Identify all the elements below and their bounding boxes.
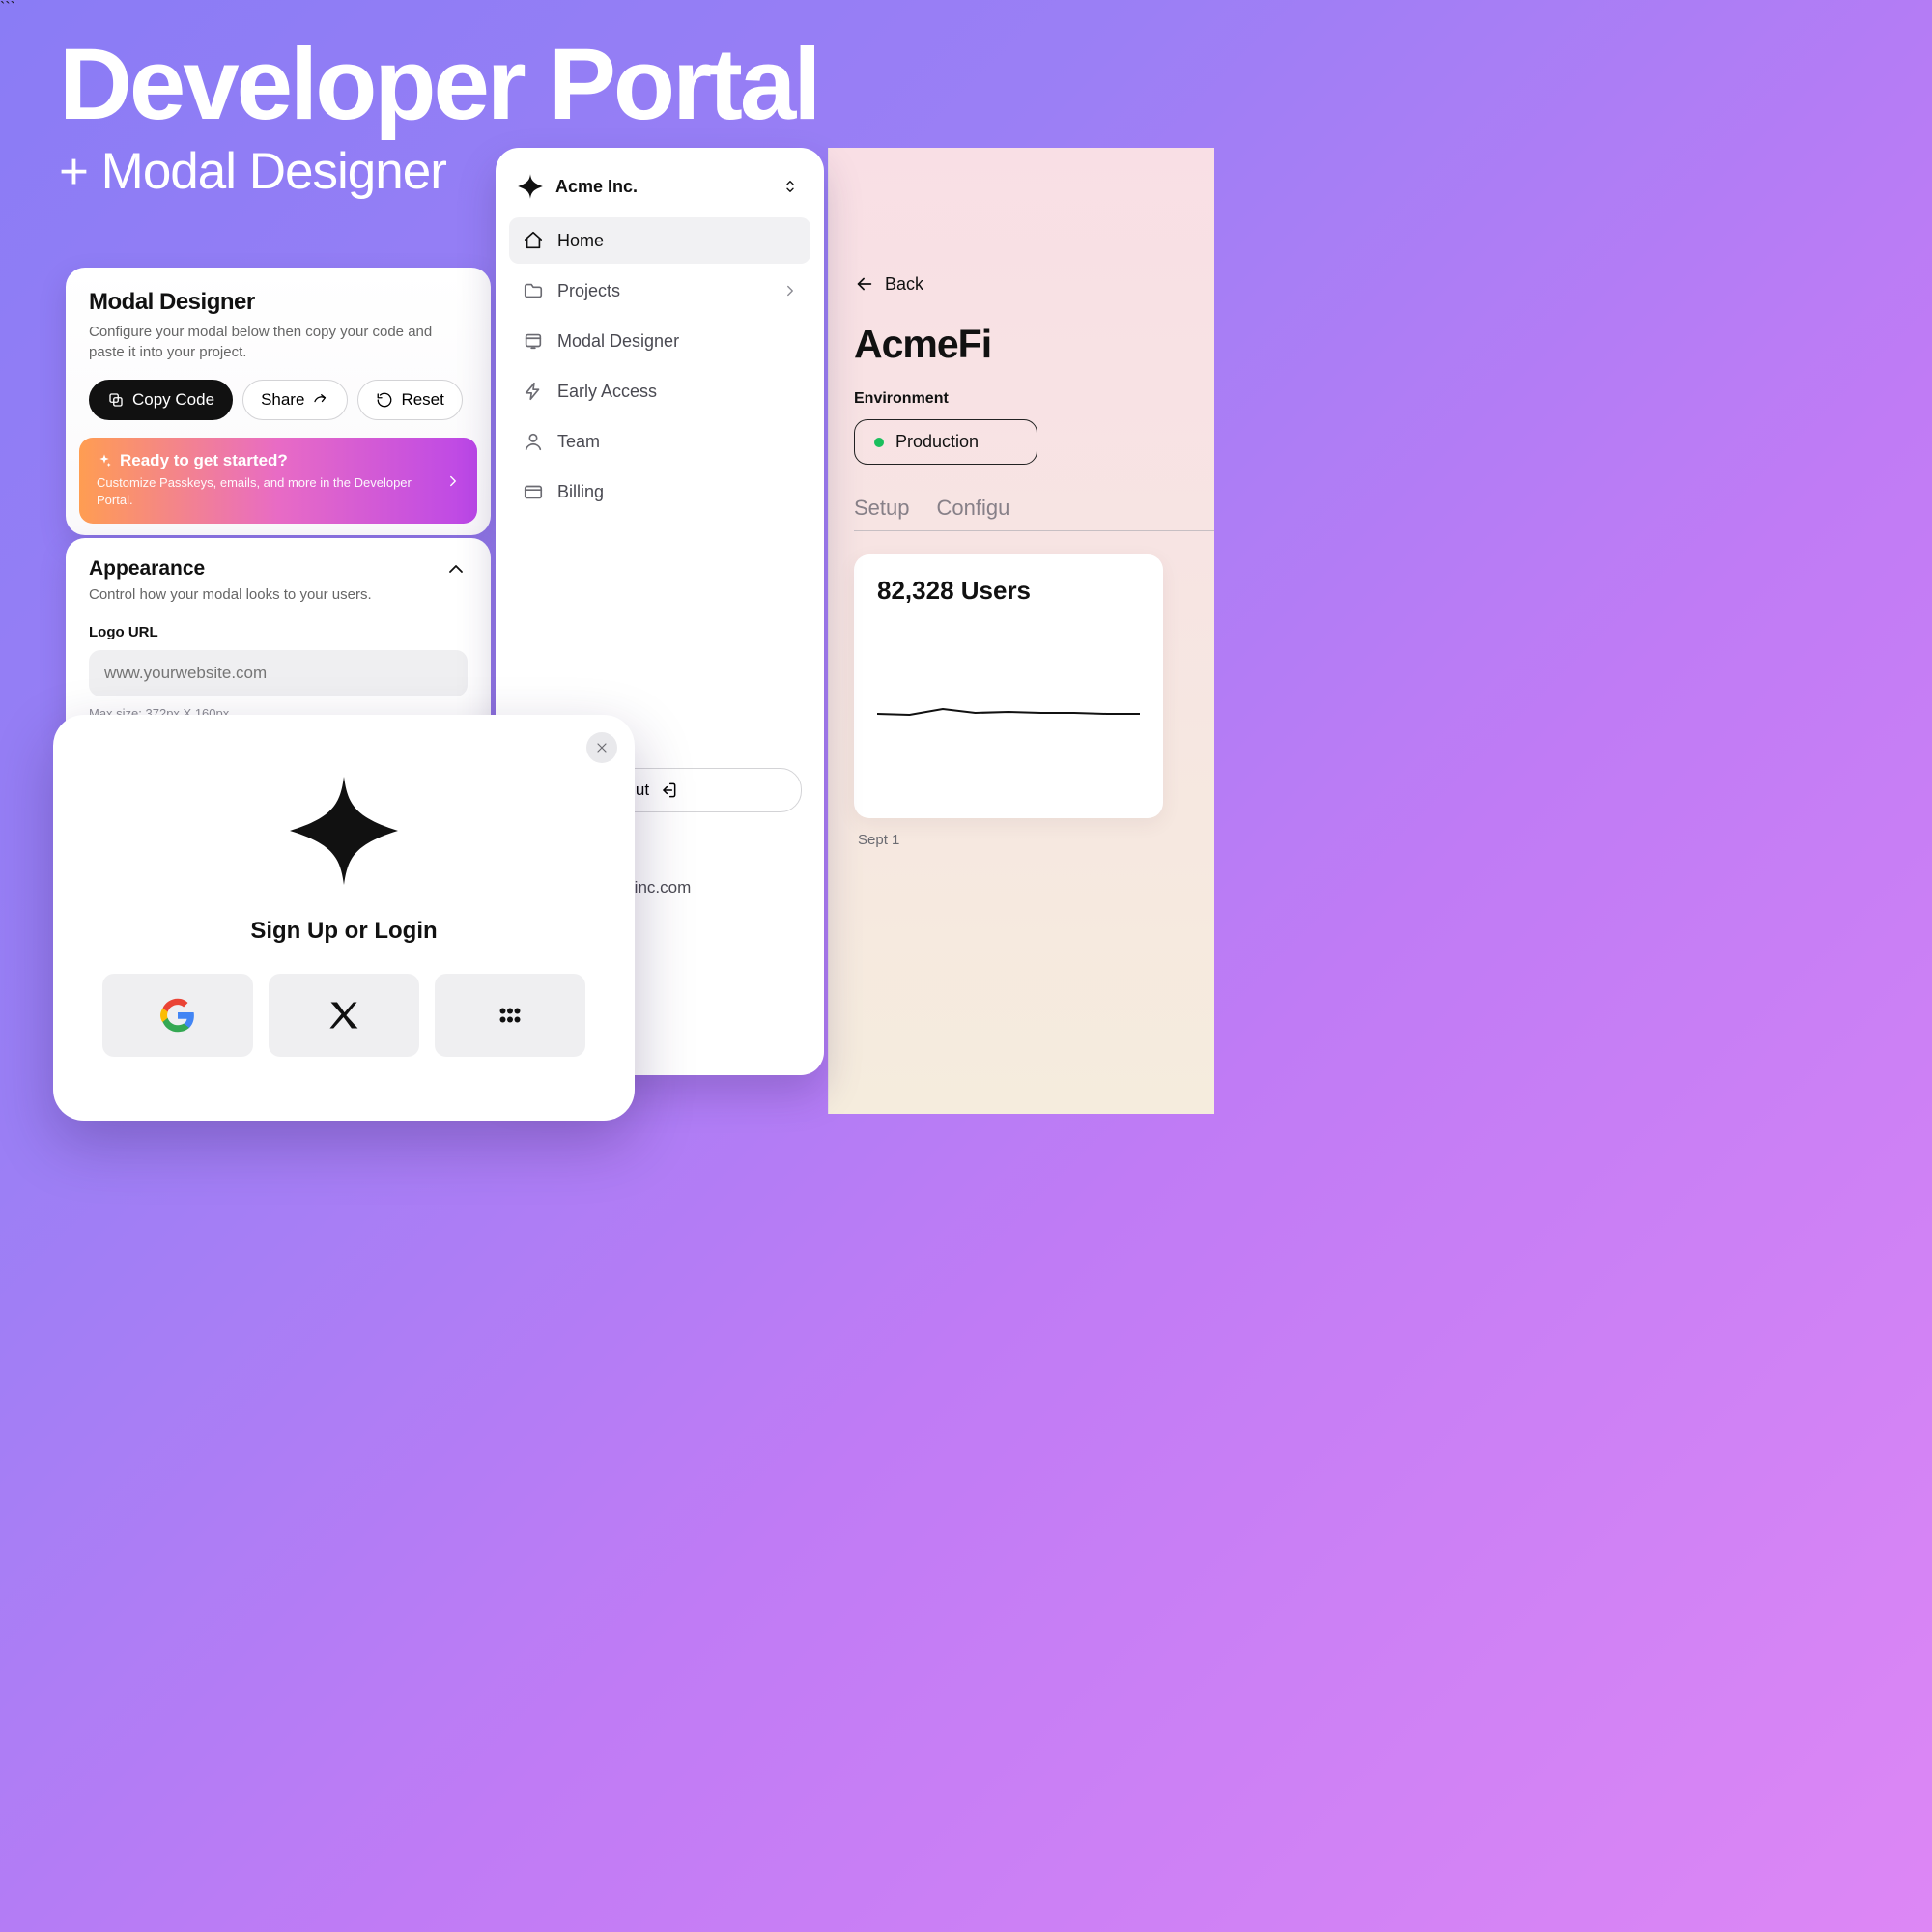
dashboard-tabs: Setup Configu [854, 496, 1214, 531]
modal-designer-title: Modal Designer [89, 289, 468, 316]
sidebar-item-projects[interactable]: Projects [509, 268, 810, 314]
modal-designer-card: Modal Designer Configure your modal belo… [66, 268, 491, 535]
google-icon [160, 998, 195, 1033]
close-button[interactable] [586, 732, 617, 763]
sidebar-item-home[interactable]: Home [509, 217, 810, 264]
copy-code-button[interactable]: Copy Code [89, 380, 233, 420]
users-stat-value: 82,328 Users [877, 576, 1140, 606]
sidebar-item-label: Billing [557, 482, 604, 502]
chevrons-up-down-icon [781, 176, 799, 197]
users-sparkline [877, 693, 1140, 731]
sidebar-item-modal-designer[interactable]: Modal Designer [509, 318, 810, 364]
environment-selector[interactable]: Production [854, 419, 1037, 465]
environment-value: Production [895, 432, 979, 452]
cta-title: Ready to get started? [120, 451, 288, 470]
share-button[interactable]: Share [242, 380, 348, 420]
logo-url-input[interactable] [89, 650, 468, 696]
provider-x[interactable] [269, 974, 419, 1057]
sidebar-item-label: Projects [557, 281, 620, 301]
provider-other[interactable] [435, 974, 585, 1057]
sidebar-item-label: Team [557, 432, 600, 452]
collapse-chevron-up-icon[interactable] [444, 557, 468, 581]
share-icon [312, 391, 329, 409]
folder-icon [523, 280, 544, 301]
sidebar-item-label: Home [557, 231, 604, 251]
appearance-card: Appearance Control how your modal looks … [66, 538, 491, 744]
org-switcher[interactable]: Acme Inc. [509, 169, 810, 200]
x-icon [327, 998, 361, 1033]
sidebar-item-team[interactable]: Team [509, 418, 810, 465]
provider-google[interactable] [102, 974, 253, 1057]
dashboard-panel: Back AcmeFi Environment Production Setup… [828, 148, 1214, 1114]
grid-dots-icon [493, 998, 527, 1033]
back-button[interactable]: Back [854, 273, 1214, 295]
sidebar-item-label: Early Access [557, 382, 657, 402]
bolt-icon [523, 381, 544, 402]
user-icon [523, 431, 544, 452]
reset-icon [376, 391, 393, 409]
home-icon [523, 230, 544, 251]
tab-setup[interactable]: Setup [854, 496, 910, 521]
status-dot-icon [874, 438, 884, 447]
card-icon [523, 481, 544, 502]
arrow-left-icon [854, 273, 875, 295]
brand-star-icon [290, 777, 398, 885]
sidebar-item-label: Modal Designer [557, 331, 679, 352]
modal-designer-description: Configure your modal below then copy you… [89, 322, 468, 362]
login-modal-preview: Sign Up or Login [53, 715, 635, 1121]
reset-label: Reset [401, 390, 443, 410]
logo-url-label: Logo URL [89, 624, 468, 640]
get-started-cta[interactable]: Ready to get started? Customize Passkeys… [79, 438, 477, 524]
modal-icon [523, 330, 544, 352]
copy-icon [107, 391, 125, 409]
chevron-right-icon [444, 472, 462, 490]
back-label: Back [885, 274, 923, 295]
close-icon [594, 740, 610, 755]
logout-label: ut [636, 781, 649, 800]
sidebar-user-email: rinc.com [629, 878, 691, 897]
hero-title: Developer Portal [59, 32, 818, 138]
copy-code-label: Copy Code [132, 390, 214, 410]
users-stat-card: 82,328 Users [854, 554, 1163, 818]
share-label: Share [261, 390, 304, 410]
sidebar-item-early-access[interactable]: Early Access [509, 368, 810, 414]
tab-configuration[interactable]: Configu [937, 496, 1010, 521]
environment-label: Environment [854, 390, 1214, 408]
login-title: Sign Up or Login [53, 918, 635, 945]
org-name: Acme Inc. [555, 177, 638, 197]
appearance-description: Control how your modal looks to your use… [89, 586, 468, 603]
cta-subtitle: Customize Passkeys, emails, and more in … [97, 474, 415, 508]
logout-icon [659, 781, 678, 800]
org-logo-icon [517, 173, 544, 200]
sidebar-nav: Home Projects Modal Designer Early Acces… [509, 217, 810, 515]
chart-x-tick: Sept 1 [858, 832, 1214, 848]
sidebar-item-billing[interactable]: Billing [509, 469, 810, 515]
appearance-title: Appearance [89, 557, 205, 581]
project-title: AcmeFi [854, 322, 1214, 367]
sparkle-icon [97, 453, 112, 469]
chevron-right-icon [781, 282, 799, 299]
reset-button[interactable]: Reset [357, 380, 462, 420]
